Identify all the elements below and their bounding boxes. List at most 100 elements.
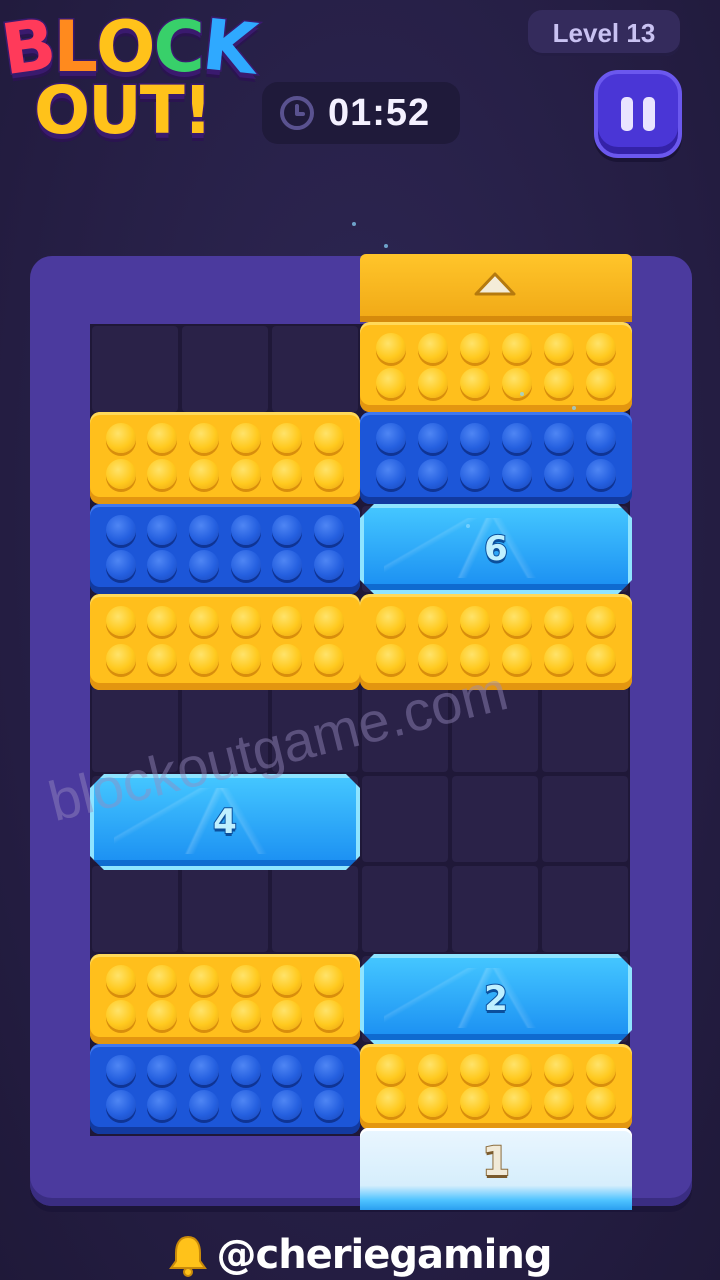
- stud: [147, 1089, 178, 1120]
- stud: [147, 644, 178, 674]
- stud: [189, 1089, 220, 1120]
- stud: [105, 1054, 136, 1085]
- stud: [586, 606, 616, 636]
- stud: [272, 999, 303, 1030]
- stud: [544, 606, 574, 636]
- stud: [314, 606, 345, 636]
- sparkle: [384, 244, 388, 248]
- grid-cell: [542, 866, 628, 952]
- stud: [147, 999, 178, 1030]
- stud: [544, 1053, 574, 1084]
- block-blue[interactable]: [90, 504, 360, 594]
- sparkle: [466, 524, 470, 528]
- stud: [105, 459, 136, 489]
- block-blue[interactable]: [90, 1044, 360, 1134]
- stud: [376, 644, 406, 674]
- stud: [314, 999, 345, 1030]
- block-yellow[interactable]: [90, 594, 360, 690]
- stud: [230, 644, 261, 674]
- stud: [272, 964, 303, 995]
- sparkle: [520, 392, 524, 396]
- stud: [314, 1054, 345, 1085]
- stud: [272, 606, 303, 636]
- studs: [370, 1052, 622, 1118]
- stud: [376, 1086, 406, 1117]
- stud: [189, 1054, 220, 1085]
- block-blue[interactable]: [360, 412, 632, 504]
- creator-handle: @cheriegaming: [216, 1232, 552, 1278]
- stud: [544, 644, 574, 674]
- stud: [314, 514, 345, 545]
- grid-cell: [272, 686, 358, 772]
- stud: [189, 423, 220, 453]
- grid-cell: [362, 776, 448, 862]
- stud: [502, 606, 532, 636]
- stud: [147, 459, 178, 489]
- stud: [460, 606, 490, 636]
- grid-cell: [92, 866, 178, 952]
- block-yellow[interactable]: [360, 594, 632, 690]
- game-logo: BLOCK OUT!: [0, 0, 262, 160]
- grid-cell: [182, 686, 268, 772]
- stud: [586, 1086, 616, 1117]
- stud: [460, 423, 490, 453]
- stud: [105, 999, 136, 1030]
- block-frost[interactable]: 1: [360, 1128, 632, 1210]
- stud: [376, 1053, 406, 1084]
- stud: [230, 964, 261, 995]
- stud: [105, 606, 136, 636]
- stud: [544, 1086, 574, 1117]
- stud: [147, 964, 178, 995]
- stud: [189, 999, 220, 1030]
- stud: [147, 1054, 178, 1085]
- stud: [376, 606, 406, 636]
- stud: [418, 367, 448, 398]
- grid-cell: [272, 866, 358, 952]
- stud: [460, 332, 490, 363]
- stud: [418, 1086, 448, 1117]
- stud: [502, 423, 532, 453]
- level-badge: Level 13: [528, 10, 680, 56]
- stud: [418, 606, 448, 636]
- studs: [100, 962, 350, 1032]
- stud: [502, 332, 532, 363]
- stud: [586, 367, 616, 398]
- stud: [147, 549, 178, 580]
- stud: [544, 332, 574, 363]
- stud: [230, 606, 261, 636]
- frost-counter: 1: [481, 1138, 511, 1186]
- level-label: Level 13: [552, 17, 656, 48]
- stud: [460, 459, 490, 489]
- stud: [272, 459, 303, 489]
- stud: [314, 1089, 345, 1120]
- stud: [189, 549, 220, 580]
- ice-counter: 6: [484, 529, 508, 569]
- stud: [376, 459, 406, 489]
- block-yellow[interactable]: [90, 954, 360, 1044]
- stud: [460, 1053, 490, 1084]
- logo-word: OUT!: [33, 71, 215, 151]
- grid-cell: [362, 866, 448, 952]
- block-ice[interactable]: 4: [90, 774, 360, 870]
- stud: [230, 423, 261, 453]
- timer-value: 01:52: [328, 91, 431, 134]
- stud: [272, 644, 303, 674]
- stud: [105, 644, 136, 674]
- block-ice[interactable]: 6: [360, 504, 632, 594]
- block-yellow[interactable]: [90, 412, 360, 504]
- block-ice[interactable]: 2: [360, 954, 632, 1044]
- block-yellow[interactable]: [360, 322, 632, 412]
- grid-cell: [452, 866, 538, 952]
- pause-button[interactable]: [594, 70, 682, 158]
- stud: [586, 332, 616, 363]
- stud: [502, 644, 532, 674]
- block-yellow[interactable]: [360, 1044, 632, 1130]
- grid-cell: [542, 776, 628, 862]
- stud: [272, 423, 303, 453]
- grid-cell: [92, 686, 178, 772]
- stud: [147, 514, 178, 545]
- stud: [544, 459, 574, 489]
- footer: @cheriegaming: [0, 1230, 720, 1280]
- stud: [230, 549, 261, 580]
- stud: [502, 459, 532, 489]
